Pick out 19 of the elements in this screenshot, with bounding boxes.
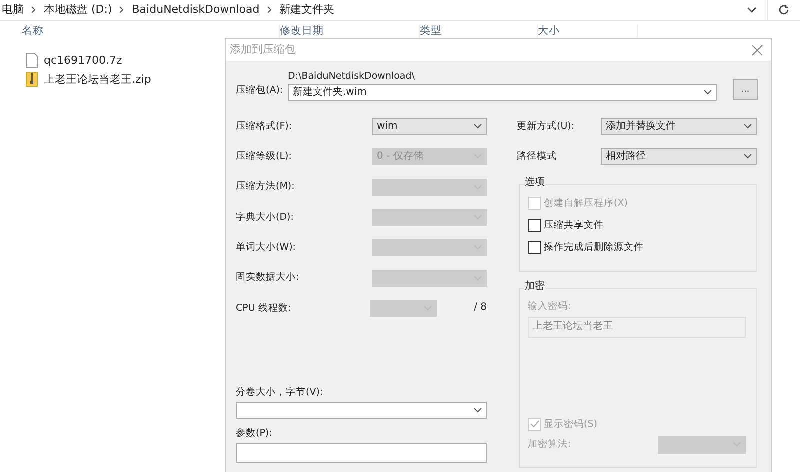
field-label: 压缩方法(M): xyxy=(236,181,296,193)
thread-count: / 8 xyxy=(474,302,487,314)
field-label: 参数(P): xyxy=(236,428,274,440)
field-label: 路径模式 xyxy=(517,151,558,163)
window-title: 添加到压缩包 xyxy=(230,43,296,57)
field-label: 压缩包(A): xyxy=(236,84,282,96)
field-label: 字典大小(D): xyxy=(236,212,295,224)
group-title: 加密 xyxy=(524,280,546,293)
field-label: 单词大小(W): xyxy=(236,242,298,254)
field-label: 更新方式(U): xyxy=(517,120,576,132)
field-label: 压缩等级(L): xyxy=(236,151,293,163)
field-label: 压缩格式(F): xyxy=(236,120,294,132)
field-label: 分卷大小，字节(V): xyxy=(236,386,324,398)
group-title: 选项 xyxy=(524,176,546,189)
path-text: D:\BaiduNetdiskDownload\ xyxy=(288,71,416,82)
field-label: 加密算法: xyxy=(528,439,572,451)
field-label: CPU 线程数: xyxy=(236,302,293,314)
field-label: 固实数据大小: xyxy=(236,272,300,284)
field-label: 输入密码: xyxy=(528,300,572,312)
